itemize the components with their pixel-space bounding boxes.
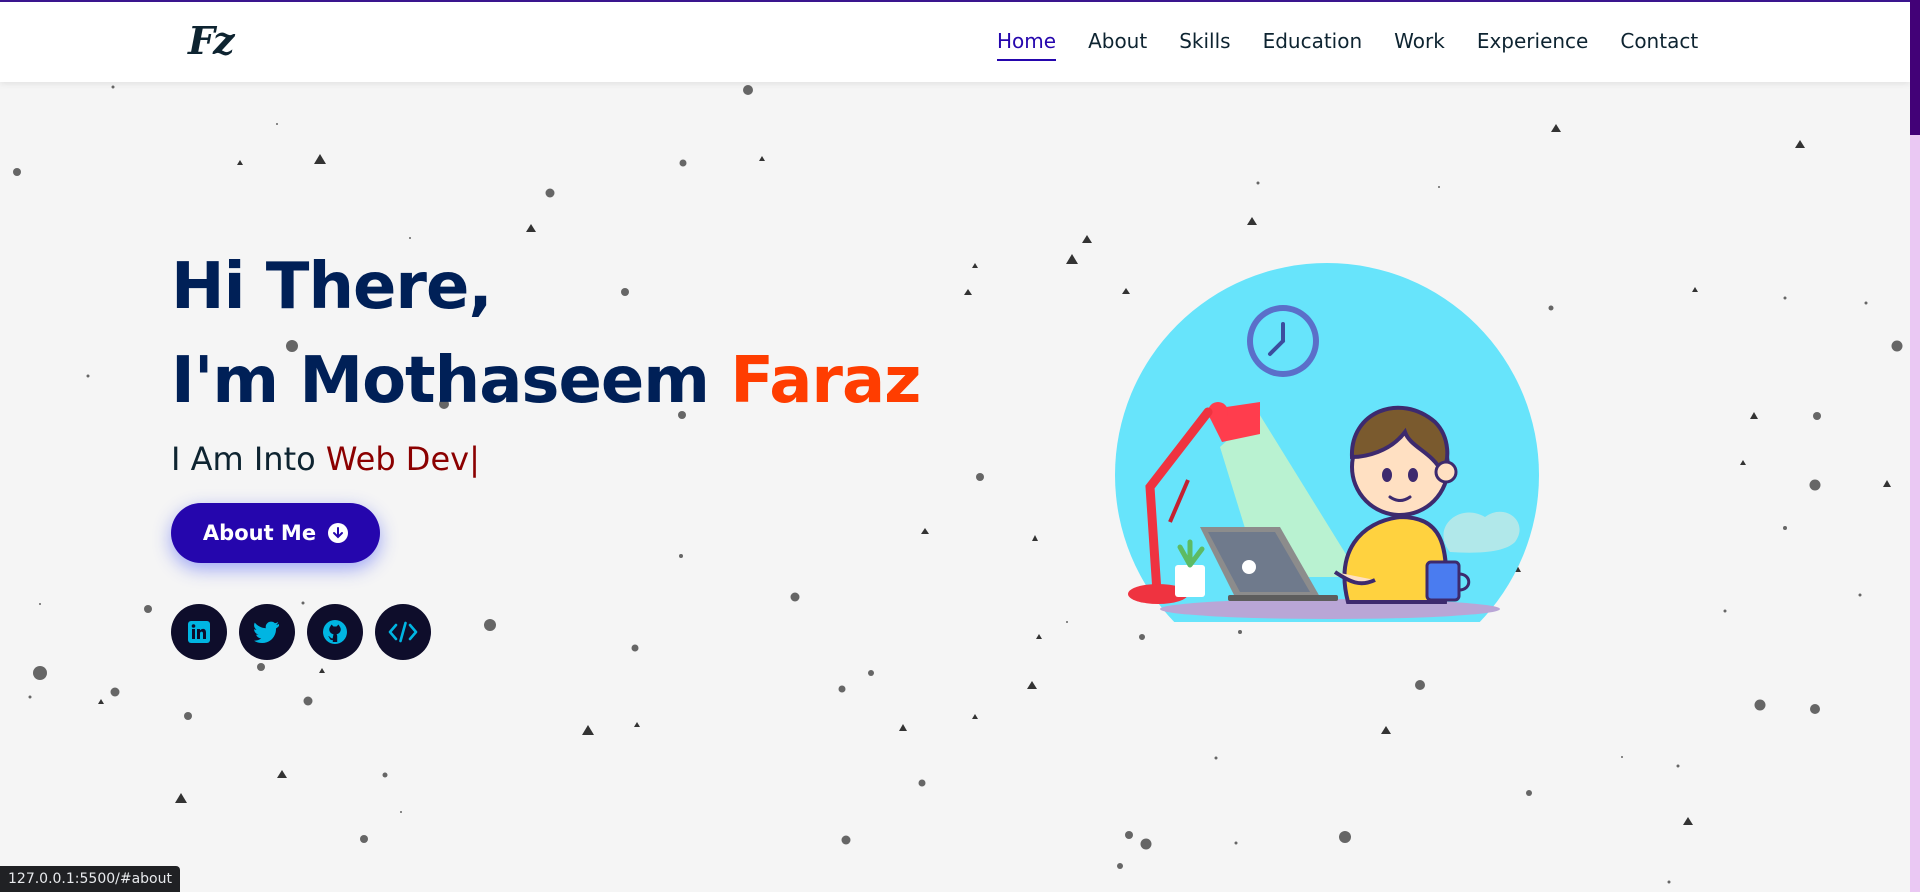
nav-home[interactable]: Home (997, 29, 1057, 61)
typing-line: I Am Into Web Dev| (171, 440, 920, 478)
developer-illustration (1115, 263, 1539, 622)
typing-value: Web Dev (325, 440, 470, 478)
hero-text: Hi There, I'm Mothaseem Faraz I Am Into … (171, 240, 921, 478)
typing-prefix: I Am Into (171, 440, 326, 478)
nav-skills[interactable]: Skills (1179, 29, 1230, 61)
about-me-button-label: About Me (202, 521, 317, 545)
nav-work[interactable]: Work (1394, 29, 1445, 61)
nav-experience[interactable]: Experience (1477, 29, 1589, 61)
about-me-button[interactable]: About Me (171, 503, 380, 563)
hero-intro: I'm Mothaseem Faraz (171, 334, 921, 428)
arrow-down-circle-icon (328, 523, 349, 543)
clock-icon (1247, 305, 1319, 377)
nav-contact[interactable]: Contact (1620, 29, 1698, 61)
typing-cursor: | (469, 440, 480, 478)
nav-links: Home About Skills Education Work Experie… (997, 2, 1730, 82)
twitter-icon[interactable] (239, 604, 295, 660)
logo[interactable]: Fz (188, 18, 235, 63)
social-links (171, 604, 443, 660)
linkedin-icon[interactable] (171, 604, 227, 660)
github-icon[interactable] (307, 604, 363, 660)
navbar: Fz Home About Skills Education Work Expe… (0, 2, 1910, 82)
nav-about[interactable]: About (1088, 29, 1147, 61)
scrollbar-thumb[interactable] (1910, 0, 1920, 135)
code-icon[interactable] (375, 604, 431, 660)
status-bar-url: 127.0.0.1:5500/#about (0, 866, 180, 892)
hero-intro-prefix: I'm Mothaseem (171, 344, 731, 418)
nav-education[interactable]: Education (1263, 29, 1363, 61)
hero-intro-accent: Faraz (730, 344, 921, 418)
hero-greeting: Hi There, (171, 250, 493, 324)
